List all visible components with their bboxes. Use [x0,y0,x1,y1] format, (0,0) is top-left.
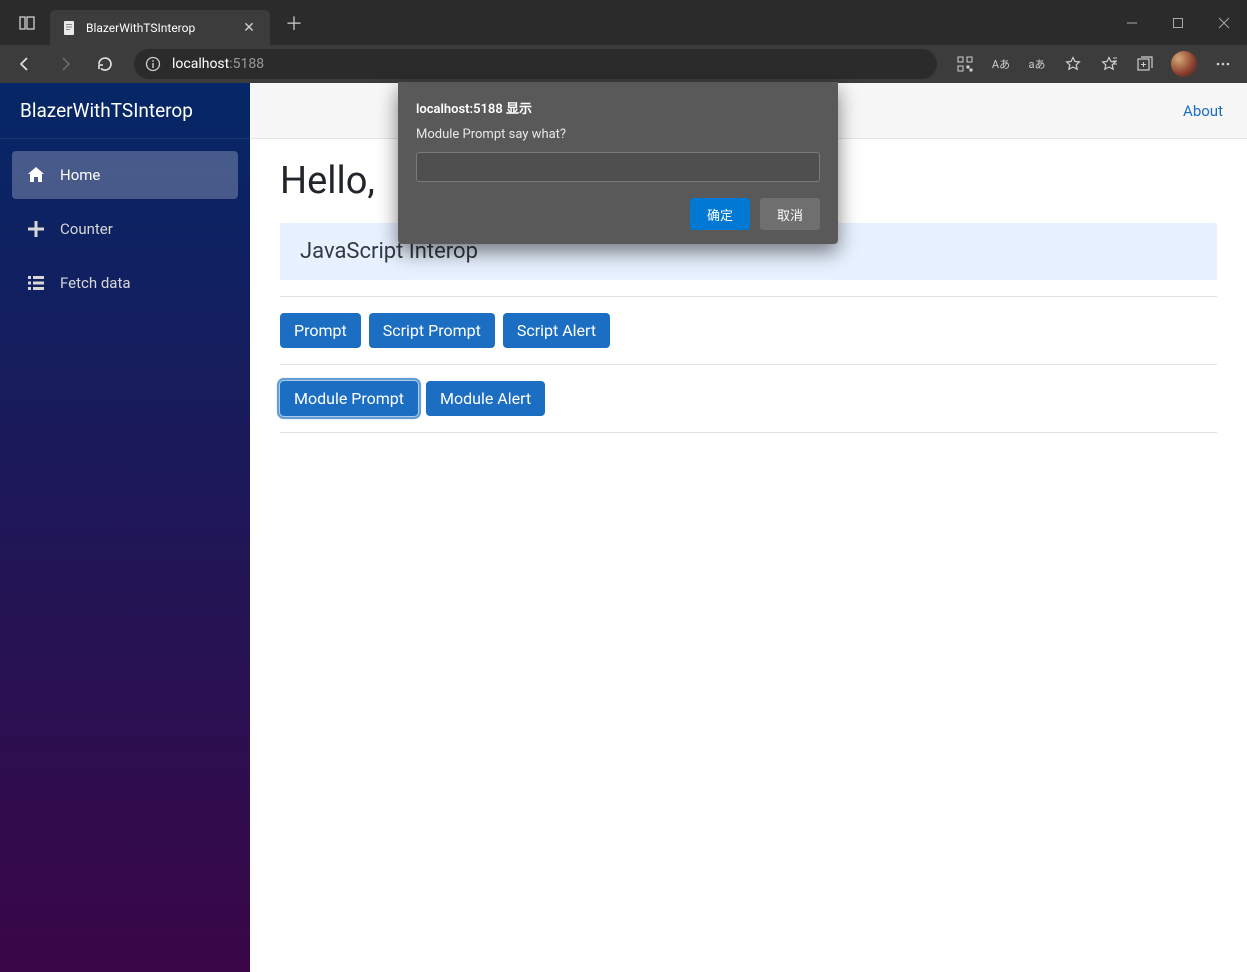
dialog-cancel-button[interactable]: 取消 [760,198,820,230]
new-tab-button[interactable]: ＋ [280,9,308,37]
sidebar-item-label: Home [60,166,100,184]
dialog-buttons: 确定 取消 [416,198,820,230]
qr-icon[interactable] [949,49,981,79]
sidebar-item-home[interactable]: Home [12,151,238,199]
button-row-2: Module Prompt Module Alert [280,381,1217,416]
favorites-list-icon[interactable] [1093,49,1125,79]
module-alert-button[interactable]: Module Alert [426,381,545,416]
forward-button[interactable] [48,49,82,79]
site-info-icon[interactable] [144,55,162,73]
dialog-input[interactable] [416,152,820,182]
divider [280,432,1217,433]
prompt-button[interactable]: Prompt [280,313,361,348]
url-text: localhost:5188 [172,56,264,72]
tab-title: BlazerWithTSInterop [86,21,240,35]
dialog-ok-button[interactable]: 确定 [690,198,750,230]
browser-tab[interactable]: BlazerWithTSInterop ✕ [50,10,270,45]
sidebar-item-fetch-data[interactable]: Fetch data [12,259,238,307]
about-link[interactable]: About [1183,102,1223,120]
more-menu-icon[interactable] [1207,49,1239,79]
url-port: :5188 [229,56,264,72]
module-prompt-button[interactable]: Module Prompt [280,381,418,416]
brand-title[interactable]: BlazerWithTSInterop [0,83,250,139]
divider [280,364,1217,365]
sidebar-item-label: Fetch data [60,274,131,292]
dialog-message: Module Prompt say what? [416,127,820,142]
divider [280,296,1217,297]
tab-actions-icon[interactable] [16,12,38,34]
dialog-origin-title: localhost:5188 显示 [416,98,820,117]
window-controls [1109,7,1247,39]
refresh-button[interactable] [88,49,122,79]
tab-strip: BlazerWithTSInterop ✕ ＋ [0,0,308,45]
window-chrome: BlazerWithTSInterop ✕ ＋ [0,0,1247,45]
collections-icon[interactable] [1129,49,1161,79]
favorite-star-icon[interactable] [1057,49,1089,79]
home-icon [26,165,46,185]
read-aloud-icon[interactable]: Aあ [985,49,1017,79]
translate-icon[interactable]: aあ [1021,49,1053,79]
browser-toolbar: localhost:5188 Aあ aあ [0,45,1247,83]
window-minimize-button[interactable] [1109,7,1155,39]
profile-avatar[interactable] [1171,51,1197,77]
list-icon [26,273,46,293]
back-button[interactable] [8,49,42,79]
toolbar-right: Aあ aあ [949,49,1239,79]
sidebar-item-counter[interactable]: Counter [12,205,238,253]
sidebar: BlazerWithTSInterop Home Counter Fetch d… [0,83,250,972]
button-row-1: Prompt Script Prompt Script Alert [280,313,1217,348]
page-favicon-icon [62,20,78,36]
address-bar[interactable]: localhost:5188 [134,49,937,79]
window-maximize-button[interactable] [1155,7,1201,39]
js-prompt-dialog: localhost:5188 显示 Module Prompt say what… [398,82,838,244]
nav-menu: Home Counter Fetch data [0,139,250,325]
sidebar-item-label: Counter [60,220,113,238]
plus-icon [26,219,46,239]
script-prompt-button[interactable]: Script Prompt [369,313,495,348]
script-alert-button[interactable]: Script Alert [503,313,610,348]
window-close-button[interactable] [1201,7,1247,39]
tab-close-icon[interactable]: ✕ [240,19,258,37]
url-host: localhost [172,56,229,72]
